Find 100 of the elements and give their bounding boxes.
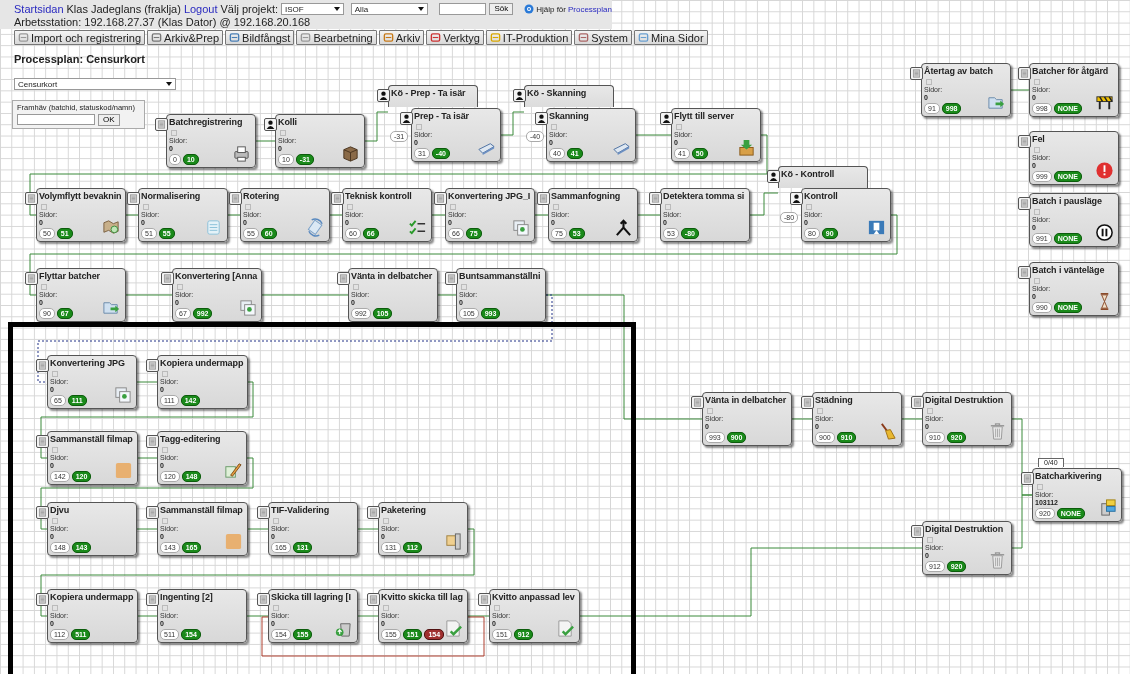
ok-button[interactable]: OK [98, 114, 120, 126]
menu-tab[interactable]: Verktyg [426, 30, 484, 45]
note-icon [245, 204, 251, 210]
note-icon [665, 204, 671, 210]
menu-tab[interactable]: System [574, 30, 632, 45]
document-stack-icon [229, 192, 242, 205]
card-title: Volymflytt bevaknin [39, 190, 123, 202]
card-title: Fel [1032, 133, 1046, 145]
queue-card[interactable]: Kö - Skanning [524, 85, 614, 107]
note-icon [177, 284, 183, 290]
person-icon [767, 170, 780, 183]
note-icon [347, 204, 353, 210]
card-title: Ingenting [2] [160, 591, 214, 603]
printer-icon [232, 144, 251, 163]
search-button[interactable]: Sök [489, 3, 514, 15]
card-title: Tagg-editering [160, 433, 222, 445]
menu-tab[interactable]: IT-Produktion [485, 30, 573, 45]
help-link[interactable]: Processplan [567, 4, 612, 14]
caret-icon [333, 7, 340, 11]
person-icon [660, 112, 673, 125]
document-stack-icon [257, 506, 270, 519]
highlight-input[interactable] [17, 114, 95, 125]
plan-select[interactable]: Censurkort [14, 78, 176, 90]
user-name: Klas Jadeglans (fraklja) [66, 3, 181, 15]
card-title: Digital Destruktion [925, 523, 1005, 535]
note-icon [927, 537, 933, 543]
document-stack-icon [331, 192, 344, 205]
note-icon [494, 605, 500, 611]
search-field[interactable] [438, 3, 487, 15]
card-title: Detektera tomma si [663, 190, 746, 202]
card-title: Batchregistrering [169, 116, 244, 128]
document-stack-icon [445, 272, 458, 285]
image-icon [238, 298, 258, 317]
document-stack-icon [36, 359, 49, 372]
menu-tab[interactable]: Bildfångst [225, 30, 295, 45]
note-icon [52, 447, 58, 453]
document-stack-icon [911, 525, 924, 538]
document-stack-icon [337, 272, 350, 285]
barrier-icon [1095, 93, 1114, 112]
note-icon [927, 408, 933, 414]
connector-line [1011, 494, 1033, 549]
document-stack-icon [1021, 472, 1034, 485]
card-title: Konvertering [Anna [175, 270, 259, 282]
menu-tab[interactable]: Mina Sidor [633, 30, 708, 45]
menu-tab[interactable]: Arkiv [378, 30, 425, 45]
card-title: Buntsammanställni [459, 270, 542, 282]
queue-card[interactable]: Kö - Prep - Ta isär [388, 85, 478, 107]
queue-card[interactable]: Kö - Kontroll [778, 166, 868, 188]
note-icon [52, 518, 58, 524]
card-title: Batcharkivering [1035, 470, 1103, 482]
menu-tab[interactable]: Import och registrering [14, 30, 146, 45]
note-icon [280, 130, 286, 136]
connector-line [1010, 89, 1030, 91]
logout-link[interactable]: Logout [183, 3, 218, 15]
card-title: Paketering [381, 504, 428, 516]
map-search-icon [102, 218, 122, 237]
caret-icon [166, 82, 172, 86]
card-title: Prep - Ta isär [414, 110, 470, 122]
document-stack-icon [146, 359, 159, 372]
note-icon [171, 130, 177, 136]
document-stack-icon [155, 118, 168, 131]
note-icon [1034, 79, 1040, 85]
home-link[interactable]: Startsidan [14, 3, 64, 15]
project-select[interactable]: ISOF [281, 3, 344, 15]
document-stack-icon [161, 272, 174, 285]
card-title: Batch i pausläge [1032, 195, 1103, 207]
note-icon [553, 204, 559, 210]
document-stack-icon [1018, 266, 1031, 279]
merge-icon [614, 218, 633, 237]
note-icon [461, 284, 467, 290]
card-title: Normalisering [141, 190, 202, 202]
connector-line [791, 418, 813, 420]
note-icon [416, 124, 422, 130]
note-icon [273, 605, 279, 611]
card-title: TIF-Validering [271, 504, 331, 516]
note-icon [41, 204, 47, 210]
project-label: Välj projekt: [220, 3, 278, 15]
trash-icon [988, 422, 1007, 441]
note-icon [162, 371, 168, 377]
image-icon [511, 218, 531, 237]
card-title: Kö - Prep - Ta isär [391, 87, 467, 99]
card-title: Kontroll [804, 190, 839, 202]
card-title: Sammanställ filmap [50, 433, 134, 445]
menu-tab[interactable]: Arkiv&Prep [147, 30, 224, 45]
filter-select[interactable]: Alla [350, 3, 428, 15]
card-title: Kopiera undermapp [50, 591, 135, 603]
card-title: Digital Destruktion [925, 394, 1005, 406]
connector-line [901, 418, 923, 420]
document-stack-icon [127, 192, 140, 205]
menu-tab[interactable]: Bearbetning [296, 30, 377, 45]
trash-icon [988, 551, 1007, 570]
card-title: Vänta in delbatcher [705, 394, 788, 406]
note-icon [1034, 147, 1040, 153]
card-title: Rotering [243, 190, 281, 202]
note-icon [52, 371, 58, 377]
note-icon [162, 447, 168, 453]
document-stack-icon [1018, 135, 1031, 148]
document-check-icon [555, 619, 575, 638]
note-icon [806, 204, 812, 210]
caret-icon [417, 7, 424, 11]
